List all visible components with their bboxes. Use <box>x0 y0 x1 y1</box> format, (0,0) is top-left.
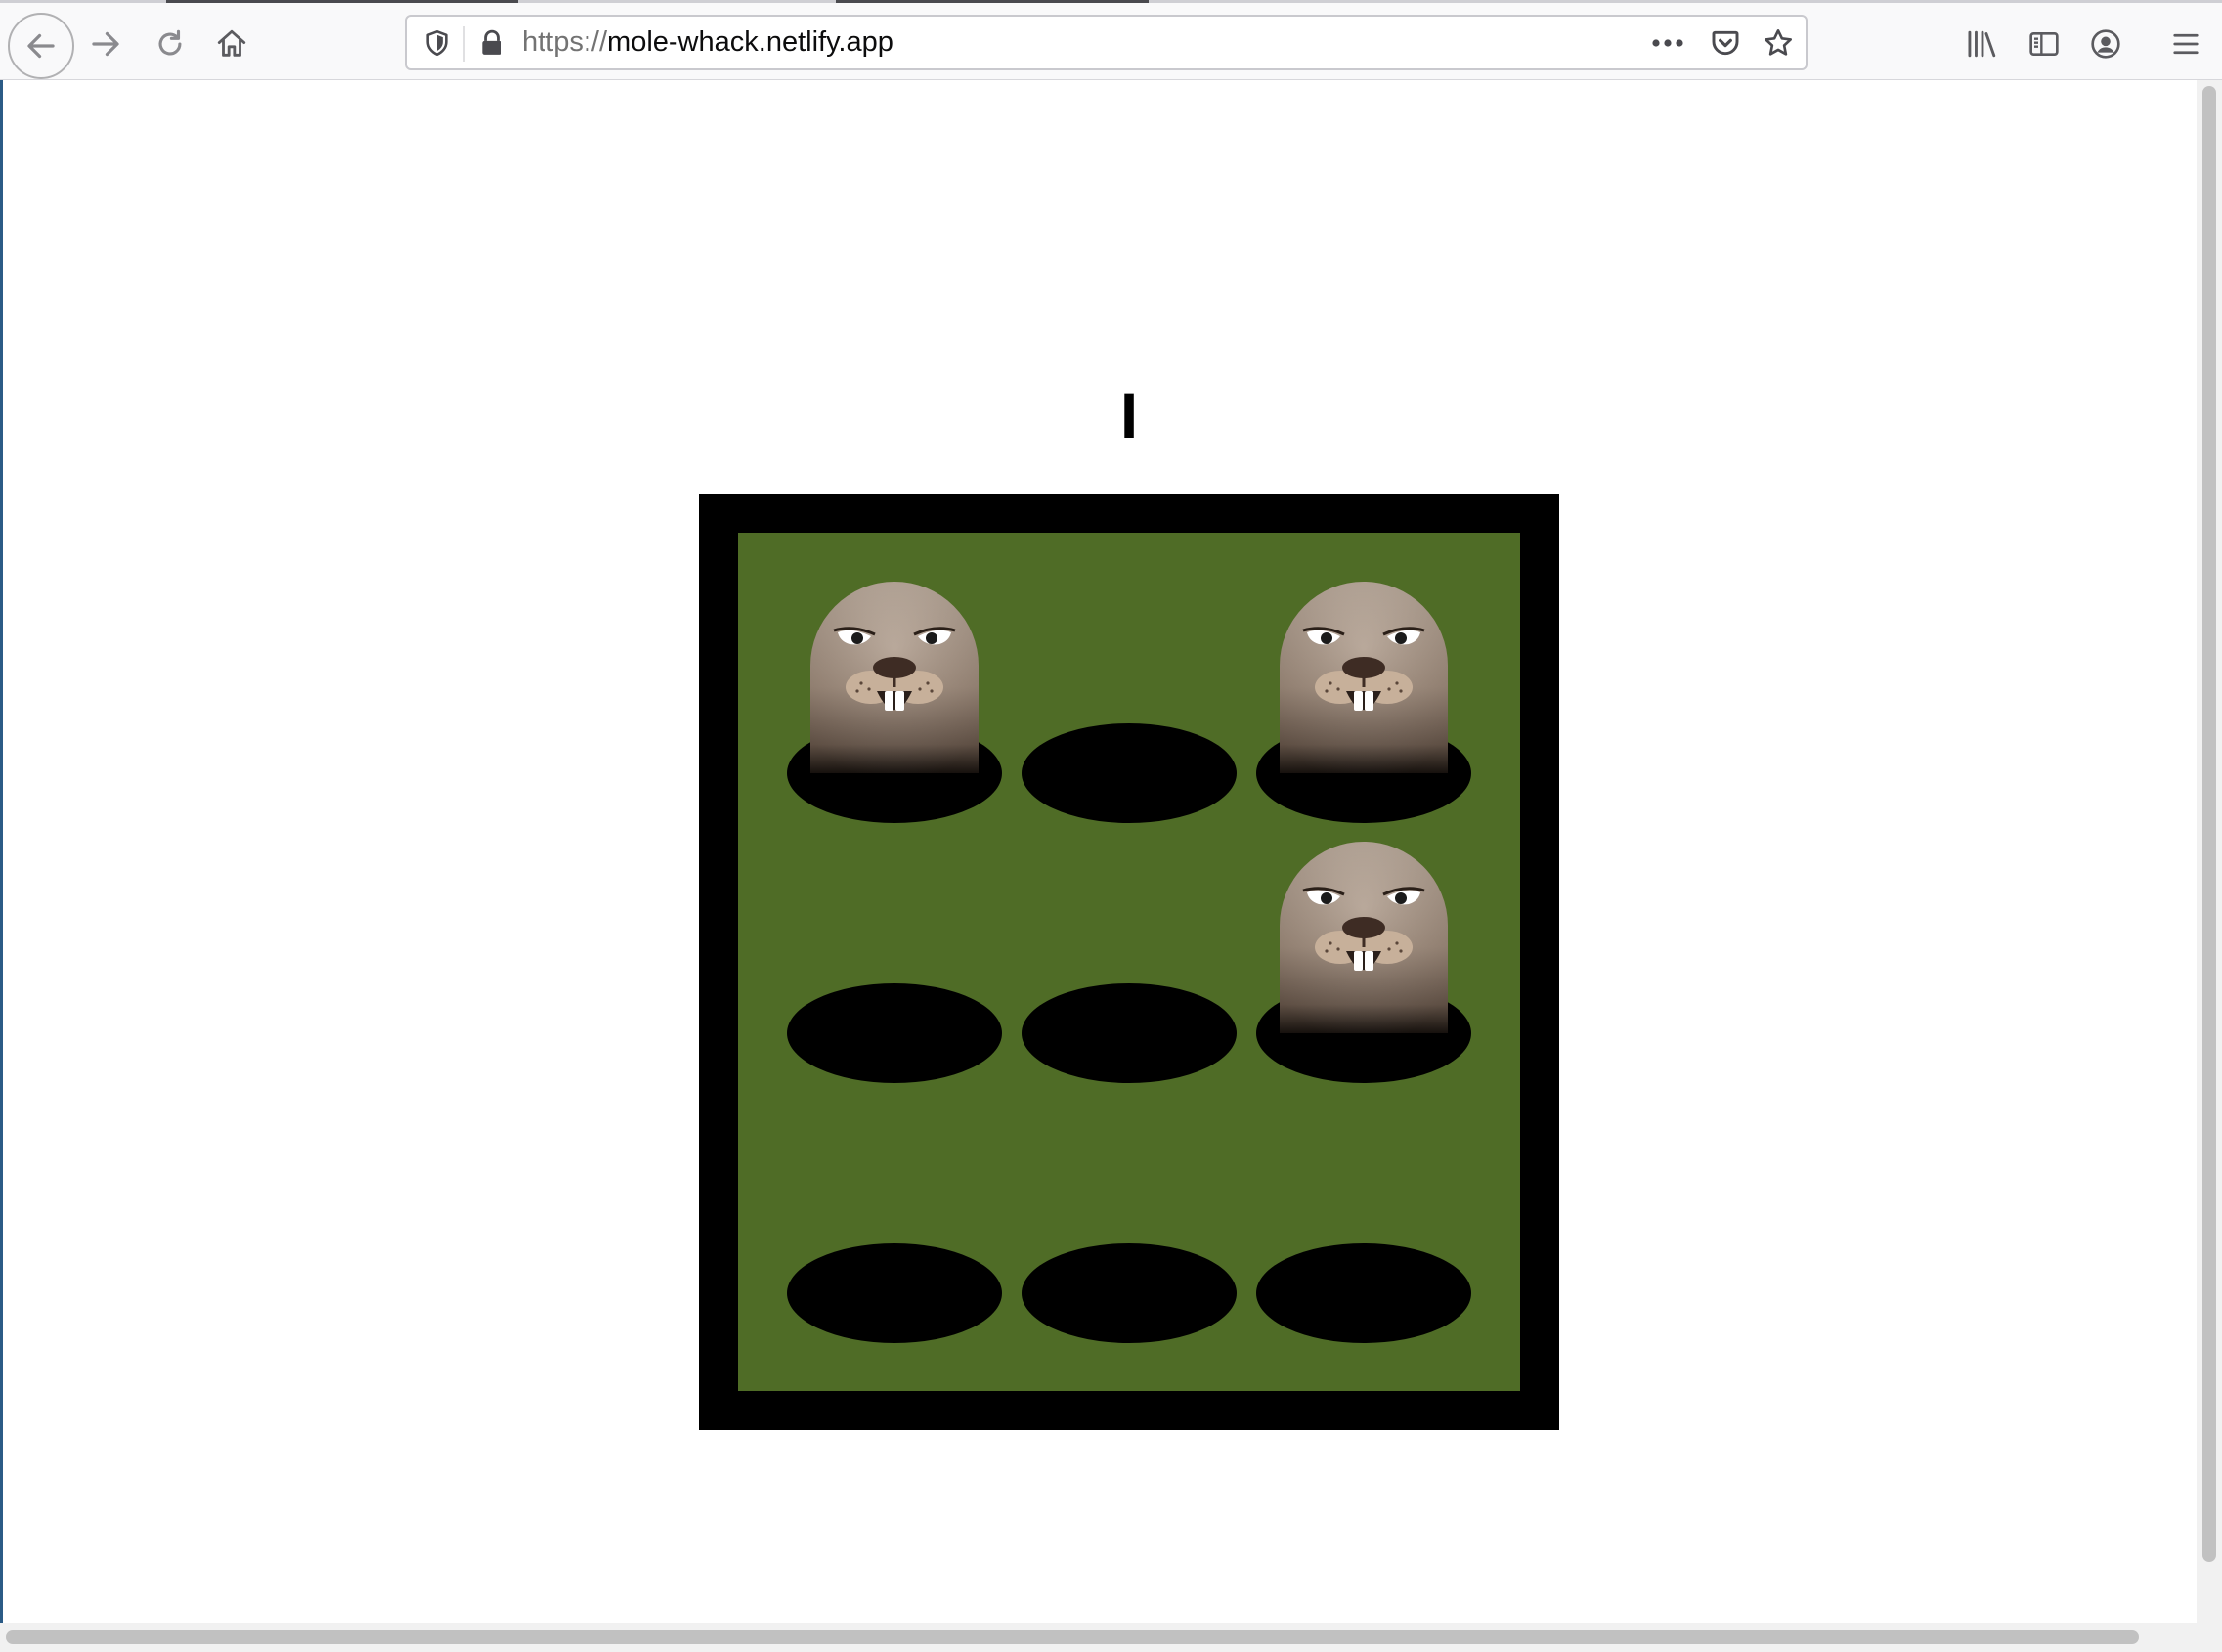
horizontal-scrollbar-thumb[interactable] <box>6 1630 2139 1644</box>
url-scheme: https:// <box>522 26 608 58</box>
url-host: mole-whack.netlify.app <box>607 26 893 58</box>
reload-button[interactable] <box>149 22 192 65</box>
site-info-button[interactable] <box>475 26 508 60</box>
hole-7[interactable] <box>787 1243 1002 1343</box>
account-icon <box>2091 29 2120 59</box>
back-arrow-icon <box>27 33 55 59</box>
menu-button[interactable] <box>2164 22 2207 65</box>
window-edge <box>0 80 3 1652</box>
url-text[interactable]: https://mole-whack.netlify.app <box>522 17 893 68</box>
bookmark-star-button[interactable] <box>1760 24 1797 62</box>
mole-icon <box>810 582 979 773</box>
hole-8[interactable] <box>1022 1243 1237 1343</box>
shield-icon <box>426 30 448 56</box>
mole-hole-1[interactable] <box>810 582 979 773</box>
score-display: I <box>1119 379 1139 452</box>
pocket-button[interactable] <box>1707 24 1744 62</box>
mole-icon <box>1280 582 1448 773</box>
forward-arrow-icon <box>92 31 119 57</box>
grass-field <box>738 533 1520 1391</box>
hole-5[interactable] <box>1022 983 1237 1083</box>
hole-4[interactable] <box>787 983 1002 1083</box>
sidebar-button[interactable] <box>2023 22 2066 65</box>
pocket-icon <box>1712 30 1739 56</box>
menu-icon <box>2173 33 2199 55</box>
hole-2[interactable] <box>1022 723 1237 823</box>
library-button[interactable] <box>1961 22 2004 65</box>
mole-icon <box>1280 842 1448 1033</box>
url-separator <box>463 26 465 62</box>
lock-icon <box>482 29 501 55</box>
vertical-scrollbar-thumb[interactable] <box>2202 86 2216 1562</box>
more-dots-icon <box>1652 39 1683 47</box>
mole-hole-6[interactable] <box>1280 842 1448 1033</box>
forward-button[interactable] <box>84 22 127 65</box>
reload-icon <box>158 29 182 56</box>
sidebar-icon <box>2029 32 2059 56</box>
address-bar[interactable]: https://mole-whack.netlify.app <box>405 15 1808 70</box>
hole-9[interactable] <box>1256 1243 1471 1343</box>
browser-toolbar: https://mole-whack.netlify.app <box>0 3 2222 80</box>
account-button[interactable] <box>2084 22 2127 65</box>
back-button[interactable] <box>8 13 74 79</box>
library-icon <box>1968 30 1996 58</box>
home-button[interactable] <box>210 22 253 65</box>
star-icon <box>1765 29 1792 56</box>
page-actions-button[interactable] <box>1648 26 1687 60</box>
mole-hole-3[interactable] <box>1280 582 1448 773</box>
home-icon <box>217 29 246 57</box>
tracking-protection-button[interactable] <box>420 26 454 60</box>
game-board <box>699 494 1559 1430</box>
